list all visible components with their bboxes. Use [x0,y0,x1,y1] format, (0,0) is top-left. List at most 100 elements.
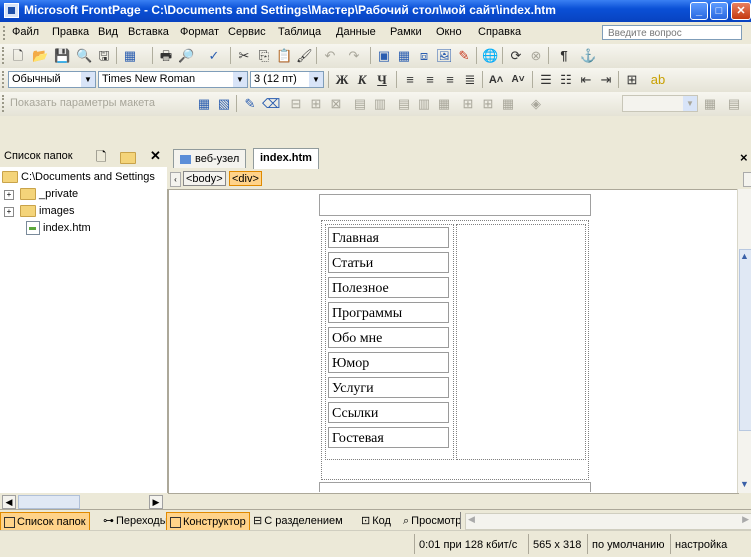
borders-icon[interactable]: ⊞ [624,72,640,88]
preview-browser-icon[interactable]: 🔎 [178,48,194,64]
autofit-icon[interactable]: ▦ [500,96,516,112]
draw-table-icon[interactable]: ✎ [242,96,258,112]
menu-help[interactable]: Справка [478,26,521,38]
layout-table-icon[interactable]: ▦ [196,96,212,112]
highlight-icon[interactable]: ab [650,72,666,88]
panel-tab-navigation[interactable]: ⊶ Переходы [100,512,171,530]
view-hscroll[interactable]: ◀ ▶ [465,513,751,530]
font-select[interactable]: Times New Roman ▼ [98,71,248,88]
minimize-button[interactable]: _ [690,2,708,20]
decrease-indent-icon[interactable]: ⇤ [578,72,594,88]
search-icon[interactable]: 🔍 [76,48,92,64]
scroll-thumb[interactable] [739,249,751,431]
decrease-font-icon[interactable]: A˅ [510,72,526,88]
scroll-right-icon[interactable]: ▶ [149,495,163,509]
align-right-icon[interactable]: ≡ [442,72,458,88]
table-properties-icon[interactable]: ▤ [726,96,742,112]
insert-layer-icon[interactable]: ⧈ [416,48,432,64]
insert-columns-icon[interactable]: ⊞ [308,96,324,112]
merge-cells-icon[interactable]: ⊞ [480,96,496,112]
bold-icon[interactable]: Ж [334,72,350,88]
delete-cells-icon[interactable]: ⊠ [328,96,344,112]
copy-icon[interactable]: ⎘ [256,48,272,64]
view-tab-design[interactable]: Конструктор [166,512,250,532]
nav-button-guestbook[interactable]: Гостевая [328,427,449,448]
fill-color-icon[interactable]: ◈ [528,96,544,112]
insert-table-icon[interactable]: ▦ [396,48,412,64]
italic-icon[interactable]: К [354,72,370,88]
print-icon[interactable]: 🖶 [158,48,174,64]
publish-icon[interactable]: 🖫 [96,48,112,64]
page-size[interactable]: 565 x 318 [533,539,581,551]
close-document-icon[interactable]: × [740,150,748,165]
split-cells-icon[interactable]: ⊞ [460,96,476,112]
menu-file[interactable]: Файл [12,26,39,38]
table-autoformat-select[interactable]: ▼ [622,95,698,112]
increase-font-icon[interactable]: A˄ [488,72,504,88]
numbering-icon[interactable]: ☰ [538,72,554,88]
nav-button-humor[interactable]: Юмор [328,352,449,373]
increase-indent-icon[interactable]: ⇥ [598,72,614,88]
stop-icon[interactable]: ⊗ [528,48,544,64]
tag-div[interactable]: <div> [229,171,262,186]
spelling-icon[interactable]: ✓ [206,48,222,64]
menu-window[interactable]: Окно [436,26,462,38]
underline-icon[interactable]: Ч [374,72,390,88]
nav-button-services[interactable]: Услуги [328,377,449,398]
menu-data[interactable]: Данные [336,26,376,38]
save-icon[interactable]: 💾 [54,48,70,64]
panel-tab-folders[interactable]: Список папок [0,512,90,532]
paste-icon[interactable]: 📋 [276,48,292,64]
view-tab-code[interactable]: ⊡ Код [358,512,394,530]
tag-body[interactable]: <body> [183,171,226,186]
menu-frames[interactable]: Рамки [390,26,422,38]
align-center-icon[interactable]: ≡ [422,72,438,88]
bullets-icon[interactable]: ☷ [558,72,574,88]
nav-button-home[interactable]: Главная [328,227,449,248]
undo-icon[interactable]: ↶ [322,48,338,64]
ask-question-input[interactable]: Введите вопрос [602,25,742,40]
menu-table[interactable]: Таблица [278,26,321,38]
scroll-up-icon[interactable]: ▲ [740,251,749,261]
format-painter-icon[interactable]: 🖌 [296,48,313,64]
distribute-columns-icon[interactable]: ▦ [436,96,452,112]
align-bottom-icon[interactable]: ▤ [396,96,412,112]
scroll-thumb[interactable] [18,495,80,509]
eraser-icon[interactable]: ⌫ [262,96,280,112]
tree-root[interactable]: C:\Documents and Settings [2,169,155,186]
footer-cell[interactable] [319,482,591,492]
design-canvas[interactable]: Главная Статьи Полезное Программы Обо мн… [168,189,739,494]
web-component-icon[interactable]: ▣ [376,48,392,64]
layout-table[interactable]: Главная Статьи Полезное Программы Обо мн… [321,220,589,480]
tree-item-images[interactable]: + images [4,203,74,220]
justify-icon[interactable]: ≣ [462,72,478,88]
tree-item-private[interactable]: + _private [4,186,78,203]
layout-cell-icon[interactable]: ▧ [216,96,232,112]
tree-item-index[interactable]: index.htm [26,220,91,237]
scroll-down-icon[interactable]: ▼ [740,479,749,489]
tag-scroll-left-icon[interactable]: ‹ [170,172,181,187]
header-cell[interactable] [319,194,591,216]
close-panel-icon[interactable]: ✕ [150,148,161,164]
show-layout-button[interactable]: Показать параметры макета [10,97,155,109]
nav-button-about[interactable]: Обо мне [328,327,449,348]
view-tab-split[interactable]: ⊟ С разделением [250,512,346,530]
center-vertical-icon[interactable]: ▥ [372,96,388,112]
folder-hscroll[interactable]: ◀ ▶ [0,493,167,509]
view-tab-preview[interactable]: ⌕ Просмотр [400,512,464,530]
close-button[interactable]: ✕ [731,2,751,20]
hyperlink-icon[interactable]: 🌐 [482,48,498,64]
menu-tools[interactable]: Сервис [228,26,266,38]
nav-button-articles[interactable]: Статьи [328,252,449,273]
show-all-icon[interactable]: ¶ [556,48,572,64]
autoformat-icon[interactable]: ▦ [702,96,718,112]
tag-scroll-right[interactable] [743,172,751,187]
menu-insert[interactable]: Вставка [128,26,169,38]
frontpage-app-icon[interactable] [4,3,19,18]
insert-picture-icon[interactable]: 🖼 [436,48,453,64]
scroll-right-icon[interactable]: ▶ [742,514,749,525]
expand-icon[interactable]: + [4,207,14,217]
content-column[interactable] [456,224,586,460]
nav-button-links[interactable]: Ссылки [328,402,449,423]
nav-button-programs[interactable]: Программы [328,302,449,323]
